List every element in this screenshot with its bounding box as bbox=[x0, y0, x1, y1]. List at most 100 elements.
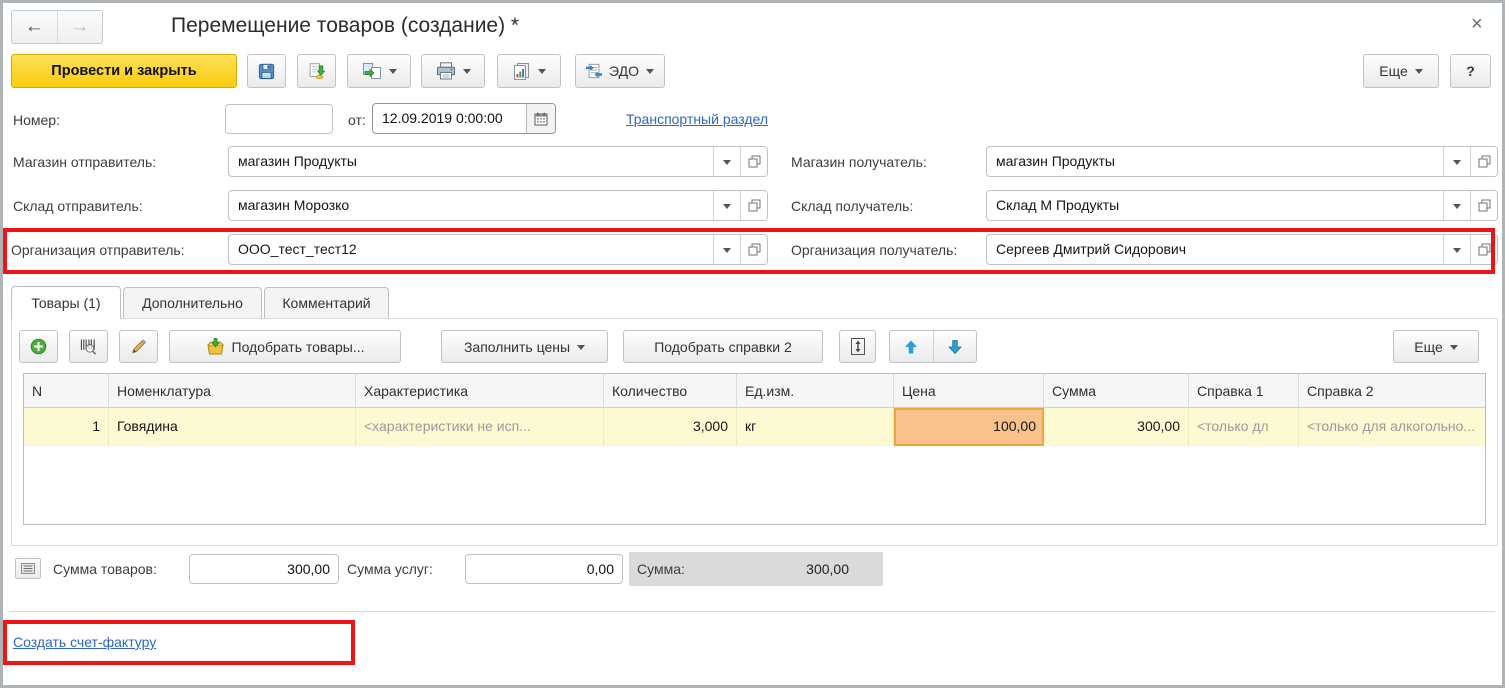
dropdown-caret-icon bbox=[1415, 69, 1423, 78]
number-input[interactable] bbox=[225, 104, 333, 134]
sender-organization-field[interactable]: ООО_тест_тест12 bbox=[228, 234, 768, 265]
dropdown-button[interactable] bbox=[713, 235, 740, 264]
move-up-button[interactable] bbox=[890, 331, 933, 362]
column-header-price[interactable]: Цена bbox=[894, 374, 1044, 408]
post-document-button[interactable] bbox=[297, 54, 336, 88]
open-button[interactable] bbox=[1470, 235, 1497, 264]
cell-n[interactable]: 1 bbox=[24, 408, 109, 446]
sender-organization-value[interactable]: ООО_тест_тест12 bbox=[229, 235, 713, 264]
sender-organization-label: Организация отправитель: bbox=[11, 242, 185, 258]
dropdown-caret-icon bbox=[577, 345, 585, 354]
goods-sum-input[interactable] bbox=[189, 554, 339, 584]
add-row-button[interactable] bbox=[19, 330, 58, 363]
pick-refs-button[interactable]: Подобрать справки 2 bbox=[623, 330, 823, 363]
barcode-scan-button[interactable] bbox=[69, 330, 108, 363]
receiver-warehouse-value[interactable]: Склад М Продукты bbox=[987, 191, 1443, 220]
open-button[interactable] bbox=[740, 191, 767, 220]
more-button[interactable]: Еще bbox=[1363, 54, 1439, 88]
create-based-on-icon bbox=[362, 62, 382, 80]
open-link-icon bbox=[1478, 155, 1491, 168]
cell-quantity[interactable]: 3,000 bbox=[604, 408, 737, 446]
column-header-amount[interactable]: Сумма bbox=[1044, 374, 1189, 408]
help-button[interactable]: ? bbox=[1450, 54, 1491, 88]
sender-store-value[interactable]: магазин Продукты bbox=[229, 147, 713, 176]
arrow-right-icon: → bbox=[70, 16, 89, 38]
date-input[interactable]: 12.09.2019 0:00:00 bbox=[373, 104, 526, 133]
receiver-organization-value[interactable]: Сергеев Дмитрий Сидорович bbox=[987, 235, 1443, 264]
receiver-store-label: Магазин получатель: bbox=[791, 154, 927, 170]
barcode-icon bbox=[80, 338, 97, 355]
open-button[interactable] bbox=[1470, 191, 1497, 220]
reports-button[interactable] bbox=[497, 54, 561, 88]
totals-toggle-button[interactable] bbox=[15, 558, 41, 579]
table-more-button[interactable]: Еще bbox=[1393, 330, 1479, 363]
fit-rows-button[interactable] bbox=[839, 330, 876, 363]
print-button[interactable] bbox=[421, 54, 485, 88]
number-label: Номер: bbox=[13, 112, 60, 128]
chevron-down-icon bbox=[723, 160, 731, 169]
fill-prices-label: Заполнить цены bbox=[464, 339, 570, 355]
chevron-down-icon bbox=[723, 248, 731, 257]
receiver-organization-field[interactable]: Сергеев Дмитрий Сидорович bbox=[986, 234, 1498, 265]
dropdown-caret-icon bbox=[389, 69, 397, 78]
close-icon[interactable]: × bbox=[1471, 13, 1483, 36]
dropdown-button[interactable] bbox=[1443, 147, 1470, 176]
sender-warehouse-field[interactable]: магазин Морозко bbox=[228, 190, 768, 221]
cell-price-selected[interactable]: 100,00 bbox=[894, 408, 1044, 446]
column-header-n[interactable]: N bbox=[24, 374, 109, 408]
chevron-down-icon bbox=[1453, 204, 1461, 213]
save-button[interactable] bbox=[247, 54, 286, 88]
back-button[interactable]: ← bbox=[12, 11, 57, 43]
open-link-icon bbox=[748, 199, 761, 212]
column-header-unit[interactable]: Ед.изм. bbox=[737, 374, 894, 408]
edit-row-button[interactable] bbox=[119, 330, 158, 363]
tab-goods[interactable]: Товары (1) bbox=[11, 286, 121, 319]
edo-label: ЭДО bbox=[609, 63, 639, 79]
edo-button[interactable]: ЭДО bbox=[575, 54, 665, 88]
arrow-up-icon bbox=[903, 339, 919, 355]
column-header-ref1[interactable]: Справка 1 bbox=[1189, 374, 1299, 408]
receiver-store-field[interactable]: магазин Продукты bbox=[986, 146, 1498, 177]
dropdown-button[interactable] bbox=[713, 191, 740, 220]
cell-characteristic[interactable]: <характеристики не исп... bbox=[356, 408, 604, 446]
cell-amount[interactable]: 300,00 bbox=[1044, 408, 1189, 446]
cell-nomenclature[interactable]: Говядина bbox=[109, 408, 356, 446]
tab-comment[interactable]: Комментарий bbox=[264, 287, 389, 318]
forward-button[interactable]: → bbox=[57, 11, 103, 43]
total-sum-value: 300,00 bbox=[806, 561, 883, 577]
dropdown-button[interactable] bbox=[713, 147, 740, 176]
column-header-ref2[interactable]: Справка 2 bbox=[1299, 374, 1485, 408]
column-header-characteristic[interactable]: Характеристика bbox=[356, 374, 604, 408]
table-row[interactable]: 1 Говядина <характеристики не исп... 3,0… bbox=[24, 408, 1485, 446]
services-sum-input[interactable] bbox=[465, 554, 623, 584]
services-sum-label: Сумма услуг: bbox=[347, 561, 433, 577]
open-button[interactable] bbox=[740, 235, 767, 264]
calendar-button[interactable] bbox=[526, 104, 555, 133]
receiver-store-value[interactable]: магазин Продукты bbox=[987, 147, 1443, 176]
pick-goods-button[interactable]: Подобрать товары... bbox=[169, 330, 401, 363]
printer-icon bbox=[436, 62, 456, 80]
open-link-icon bbox=[1478, 243, 1491, 256]
receiver-warehouse-field[interactable]: Склад М Продукты bbox=[986, 190, 1498, 221]
tab-additional[interactable]: Дополнительно bbox=[123, 287, 262, 318]
cell-ref1[interactable]: <только дл bbox=[1189, 408, 1299, 446]
dropdown-button[interactable] bbox=[1443, 191, 1470, 220]
post-and-close-button[interactable]: Провести и закрыть bbox=[11, 54, 237, 88]
goods-sum-label: Сумма товаров: bbox=[53, 561, 157, 577]
open-button[interactable] bbox=[740, 147, 767, 176]
column-header-nomenclature[interactable]: Номенклатура bbox=[109, 374, 356, 408]
cell-ref2[interactable]: <только для алкогольно... bbox=[1299, 408, 1485, 446]
dropdown-button[interactable] bbox=[1443, 235, 1470, 264]
cell-unit[interactable]: кг bbox=[737, 408, 894, 446]
open-button[interactable] bbox=[1470, 147, 1497, 176]
create-based-on-button[interactable] bbox=[347, 54, 411, 88]
goods-table-header: N Номенклатура Характеристика Количество… bbox=[24, 374, 1485, 408]
total-sum-box: Сумма: 300,00 bbox=[629, 552, 883, 586]
sender-store-field[interactable]: магазин Продукты bbox=[228, 146, 768, 177]
create-invoice-link[interactable]: Создать счет-фактуру bbox=[13, 634, 156, 650]
transport-section-link[interactable]: Транспортный раздел bbox=[626, 111, 768, 127]
fill-prices-button[interactable]: Заполнить цены bbox=[441, 330, 608, 363]
sender-warehouse-value[interactable]: магазин Морозко bbox=[229, 191, 713, 220]
move-down-button[interactable] bbox=[933, 331, 977, 362]
column-header-quantity[interactable]: Количество bbox=[604, 374, 737, 408]
